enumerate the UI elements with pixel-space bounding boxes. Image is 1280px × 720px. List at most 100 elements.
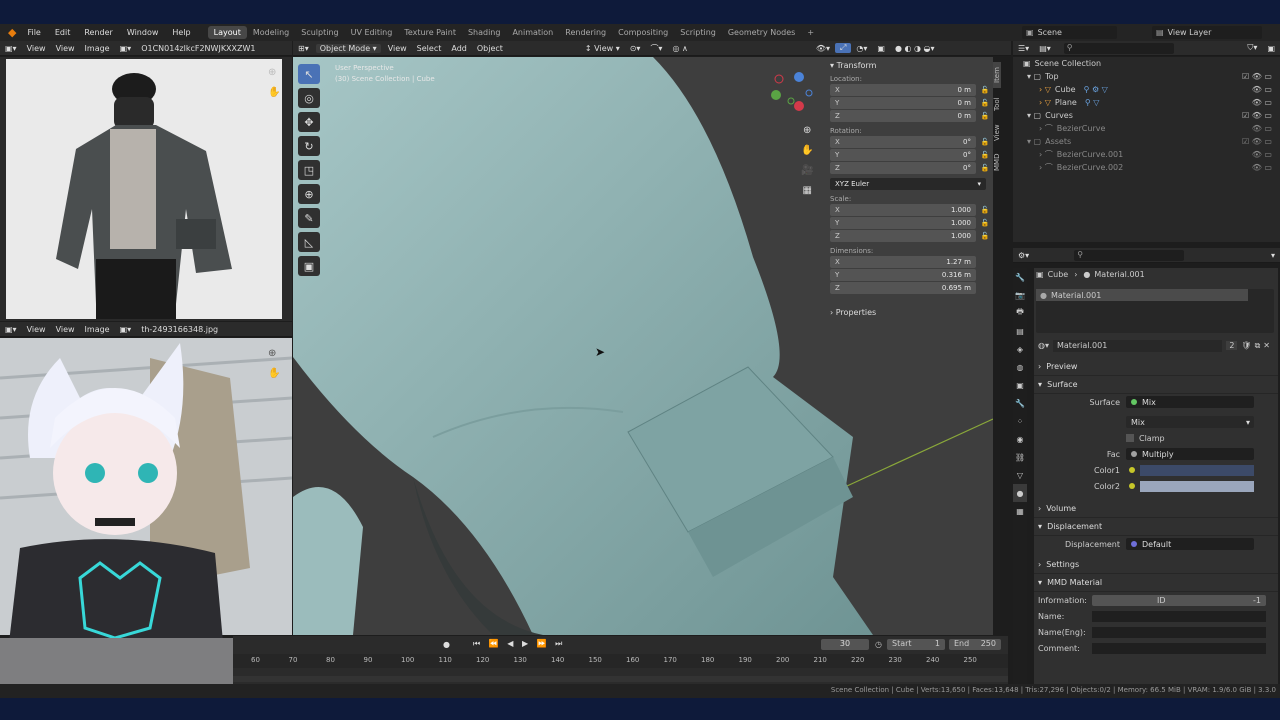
view-menu[interactable]: View [51,44,80,53]
comment-input[interactable] [1092,642,1266,654]
view-menu[interactable]: View [383,44,412,53]
clamp-checkbox[interactable]: Clamp [1126,434,1165,443]
pan-hand-icon[interactable]: ✋ [268,368,280,379]
outliner-search-input[interactable]: ⚲ [1063,42,1174,54]
scale-x-field[interactable]: X 1.000 [830,203,976,216]
clock-icon[interactable]: ◷ [875,640,882,649]
filter-icon[interactable]: ⛉▾ [1242,43,1262,53]
outliner-item-top[interactable]: ▾ ▢ Top ☑ 👁 ▭ [1013,70,1280,83]
view-menu-small[interactable]: View [22,44,51,53]
outliner-item-curves[interactable]: ▾ ▢ Curves ☑ 👁 ▭ [1013,109,1280,122]
location-x-field[interactable]: X0 m [830,83,976,96]
rotation-y-field[interactable]: Y 0° [830,148,976,161]
display-mode-icon[interactable]: ▤▾ [1034,44,1056,53]
pivot-icon[interactable]: ⊙▾ [625,44,646,53]
gizmo-icon[interactable]: ⤢ [835,43,852,53]
pan-hand-icon[interactable]: ✋ [268,87,280,98]
blender-logo-icon[interactable]: ◆ [0,26,20,39]
pan-hand-icon[interactable]: ✋ [801,141,813,161]
visibility-icon[interactable]: 👁▾ [811,44,835,53]
workspace-tab-sculpting[interactable]: Sculpting [295,26,344,39]
workspace-tab-animation[interactable]: Animation [506,26,559,39]
dimensions-z-field[interactable]: Z 0.695 m [830,281,976,294]
scene-tab-icon[interactable]: ◈ [1013,340,1027,358]
dimensions-x-field[interactable]: X 1.27 m [830,255,976,268]
location-z-field[interactable]: Z0 m [830,109,976,122]
surface-section[interactable]: ▾ Surface [1034,376,1278,394]
information-field[interactable]: ID -1 [1092,594,1266,606]
menu-edit[interactable]: Edit [48,28,78,37]
outliner-item-beziercurve[interactable]: › ⌒ BezierCurve 👁 ▭ [1013,122,1280,135]
tab-view[interactable]: View [993,120,1001,146]
editor-type-icon[interactable]: ▣▾ [0,44,22,53]
lock-icon[interactable]: 🔓 [980,232,990,240]
shading-solid-icon[interactable]: ● ◐ ◑ ◒▾ [890,44,940,53]
end-frame-field[interactable]: End 250 [949,638,1001,650]
tab-item[interactable]: Item [993,62,1001,88]
start-frame-field[interactable]: Start 1 [887,638,945,650]
lock-icon[interactable]: 🔓 [980,219,990,227]
editor-type-icon[interactable]: ⊞▾ [293,44,314,53]
snap-icon[interactable]: ⌒▾ [645,43,667,54]
lock-icon[interactable]: 🔓 [980,99,990,107]
outliner-item-beziercurve-002[interactable]: › ⌒ BezierCurve.002 👁 ▭ [1013,161,1280,174]
zoom-icon[interactable]: ⊕ [268,348,276,359]
proportional-edit-icon[interactable]: ◎ ∧ [667,44,692,53]
view-menu[interactable]: View [51,325,80,334]
material-slot-list[interactable]: ● Material.001 [1036,289,1274,333]
menu-window[interactable]: Window [120,28,166,37]
new-collection-icon[interactable]: ▣ [1262,44,1280,53]
user-count[interactable]: 2 [1226,341,1238,350]
outliner-item-assets[interactable]: ▾ ▢ Assets ☑ 👁 ▭ [1013,135,1280,148]
menu-help[interactable]: Help [165,28,197,37]
duplicate-icon[interactable]: ⧉ [1255,341,1261,351]
lock-icon[interactable]: 🔓 [980,138,990,146]
rotation-mode-dropdown[interactable]: XYZ Euler ▾ [830,177,986,190]
transform-header[interactable]: ▾ Transform [830,61,990,70]
current-frame-field[interactable]: 30 [821,638,869,650]
select-menu[interactable]: Select [412,44,447,53]
image-menu[interactable]: Image [80,325,115,334]
outliner-item-cube[interactable]: › ▽ Cube ⚲ ⚙ ▽ 👁 ▭ [1013,83,1280,96]
rotation-x-field[interactable]: X 0° [830,135,976,148]
dimensions-y-field[interactable]: Y 0.316 m [830,268,976,281]
lock-icon[interactable]: 🔓 [980,151,990,159]
menu-render[interactable]: Render [77,28,119,37]
rotate-tool-icon[interactable]: ↻ [298,136,320,156]
timeline-scrollbar[interactable] [233,676,1008,682]
view-layer-tab-icon[interactable]: ▤ [1013,322,1027,340]
workspace-tab-layout[interactable]: Layout [207,26,247,39]
xray-icon[interactable]: ▣ [872,44,890,53]
mix-blend-dropdown[interactable]: Mix ▾ [1126,416,1254,428]
measure-tool-icon[interactable]: ◺ [298,232,320,252]
texture-tab-icon[interactable]: ▦ [1013,502,1027,520]
displacement-section[interactable]: ▾ Displacement [1034,518,1278,536]
material-slot-item[interactable]: ● Material.001 [1036,289,1248,301]
modifier-tab-icon[interactable]: 🔧 [1013,394,1027,412]
workspace-tab-rendering[interactable]: Rendering [559,26,612,39]
color1-field[interactable] [1126,464,1254,476]
move-tool-icon[interactable]: ✥ [298,112,320,132]
image-browse-icon[interactable]: ▣▾ [115,325,137,334]
image-browse-icon[interactable]: ▣▾ [115,44,137,53]
mode-dropdown[interactable]: Object Mode ▾ [315,43,381,53]
add-workspace-icon[interactable]: + [801,26,820,39]
physics-tab-icon[interactable]: ◉ [1013,430,1027,448]
location-y-field[interactable]: Y0 m [830,96,976,109]
zoom-icon[interactable]: ⊕ [801,121,813,141]
render-tab-icon[interactable]: 📷 [1013,286,1027,304]
data-tab-icon[interactable]: ▽ [1013,466,1027,484]
name-input[interactable] [1092,610,1266,622]
zoom-icon[interactable]: ⊕ [268,67,276,78]
outliner-item-beziercurve-001[interactable]: › ⌒ BezierCurve.001 👁 ▭ [1013,148,1280,161]
particles-tab-icon[interactable]: ⁘ [1013,412,1027,430]
material-name-field[interactable]: Material.001 [1053,339,1223,352]
scale-z-field[interactable]: Z 1.000 [830,229,976,242]
editor-type-icon[interactable]: ☰▾ [1013,44,1034,53]
surface-shader-field[interactable]: Mix [1126,396,1254,408]
constraints-tab-icon[interactable]: ⛓ [1013,448,1027,466]
scale-y-field[interactable]: Y 1.000 [830,216,976,229]
lock-icon[interactable]: 🔓 [980,206,990,214]
scale-tool-icon[interactable]: ◳ [298,160,320,180]
select-tool-icon[interactable]: ↖ [298,64,320,84]
